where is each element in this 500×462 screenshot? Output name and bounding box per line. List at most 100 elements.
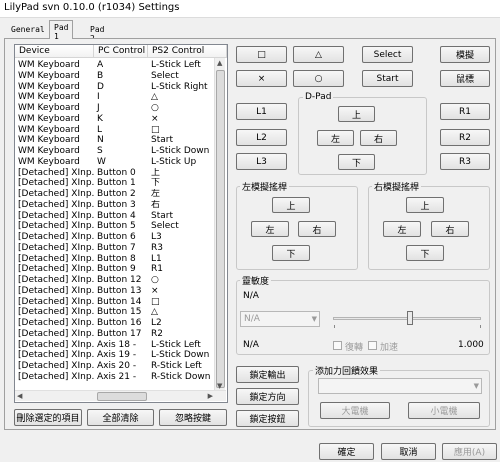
bindings-list[interactable]: Device PC Control PS2 Control WM Keyboar… xyxy=(14,44,228,403)
scroll-down-arrow-icon[interactable]: ▼ xyxy=(217,382,222,390)
tab-general[interactable]: General xyxy=(6,22,50,38)
scroll-right-arrow-icon[interactable]: ▶ xyxy=(208,392,213,400)
sensitivity-combo[interactable]: N/A ▼ xyxy=(240,311,320,327)
list-item[interactable]: [Detached] XInp... Button 16 L2 xyxy=(15,318,216,329)
list-item[interactable]: [Detached] XInp... Axis 20 - R-Stick Left xyxy=(15,361,216,372)
list-vertical-scrollbar[interactable]: ▲ ▼ xyxy=(214,58,225,390)
list-item-device: WM Keyboard xyxy=(18,70,80,81)
turbo-checkbox[interactable] xyxy=(333,341,342,350)
lock-button-button[interactable]: 鎖定按鈕 xyxy=(236,410,299,427)
list-item[interactable]: WM Keyboard L □ xyxy=(15,125,216,136)
list-item[interactable]: [Detached] XInp... Button 0 上 xyxy=(15,168,216,179)
square-button[interactable]: □ xyxy=(236,46,287,63)
list-item[interactable]: WM Keyboard N Start xyxy=(15,135,216,146)
list-item-ps2-control: 右 xyxy=(151,199,161,210)
dpad-left-button[interactable]: 左 xyxy=(317,130,354,146)
list-item[interactable]: [Detached] XInp... Button 5 Select xyxy=(15,221,216,232)
ok-button[interactable]: 確定 xyxy=(319,443,374,460)
cancel-button[interactable]: 取消 xyxy=(381,443,436,460)
list-item-pc-control: Button 5 xyxy=(97,221,136,232)
list-item-pc-control: Button 6 xyxy=(97,232,136,242)
big-motor-button[interactable]: 大電機 xyxy=(320,402,390,419)
list-item-ps2-control: □ xyxy=(151,124,160,135)
list-item[interactable]: WM Keyboard I △ xyxy=(15,92,216,103)
sensitivity-label: 靈敏度 xyxy=(240,274,272,287)
list-item-ps2-control: R3 xyxy=(151,242,163,253)
l3-button[interactable]: L3 xyxy=(236,153,287,170)
force-feedback-combo[interactable]: ▼ xyxy=(318,378,482,394)
right-stick-down-button[interactable]: 下 xyxy=(406,245,444,261)
list-item[interactable]: [Detached] XInp... Axis 18 - L-Stick Left xyxy=(15,340,216,351)
list-item[interactable]: [Detached] XInp... Button 15 △ xyxy=(15,307,216,318)
horizontal-scroll-thumb[interactable] xyxy=(97,392,147,401)
tab-pad-1[interactable]: Pad 1 xyxy=(49,20,74,41)
right-stick-right-button[interactable]: 右 xyxy=(431,221,469,237)
list-item[interactable]: WM Keyboard S L-Stick Down xyxy=(15,146,216,157)
ignore-keys-button[interactable]: 忽略按鍵 xyxy=(159,409,227,426)
list-item[interactable]: [Detached] XInp... Button 6 L3 xyxy=(15,232,216,243)
dpad-down-button[interactable]: 下 xyxy=(338,154,375,170)
list-item[interactable]: [Detached] XInp... Button 7 R3 xyxy=(15,243,216,254)
sensitivity-slider-thumb[interactable] xyxy=(407,311,413,325)
analog-mode-button[interactable]: 模擬 xyxy=(440,46,490,63)
list-item[interactable]: [Detached] XInp... Button 3 右 xyxy=(15,200,216,211)
list-horizontal-scrollbar[interactable]: ◀ ▶ xyxy=(15,390,226,401)
select-button[interactable]: Select xyxy=(362,46,413,63)
triangle-button[interactable]: △ xyxy=(293,46,344,63)
r2-button[interactable]: R2 xyxy=(440,129,490,146)
apply-button[interactable]: 應用(A) xyxy=(442,443,497,460)
list-item[interactable]: [Detached] XInp... Axis 21 - R-Stick Down xyxy=(15,372,216,383)
start-button[interactable]: Start xyxy=(362,70,413,87)
list-item[interactable]: [Detached] XInp... Button 9 R1 xyxy=(15,264,216,275)
list-item[interactable]: [Detached] XInp... Button 2 左 xyxy=(15,189,216,200)
mouse-button[interactable]: 鼠標 xyxy=(440,70,490,87)
left-stick-down-button[interactable]: 下 xyxy=(272,245,310,261)
list-item[interactable]: [Detached] XInp... Button 13 × xyxy=(15,286,216,297)
delete-selected-button[interactable]: 刪除選定的項目 xyxy=(14,409,82,426)
circle-button[interactable]: ○ xyxy=(293,70,344,87)
right-stick-left-button[interactable]: 左 xyxy=(383,221,421,237)
column-header-ps2-control[interactable]: PS2 Control xyxy=(148,45,227,58)
dpad-right-button[interactable]: 右 xyxy=(360,130,397,146)
list-item[interactable]: [Detached] XInp... Axis 19 - L-Stick Down xyxy=(15,350,216,361)
clear-all-button[interactable]: 全部清除 xyxy=(87,409,154,426)
r3-button[interactable]: R3 xyxy=(440,153,490,170)
vertical-scroll-thumb[interactable] xyxy=(216,70,225,388)
l1-button[interactable]: L1 xyxy=(236,103,287,120)
list-item[interactable]: [Detached] XInp... Button 12 ○ xyxy=(15,275,216,286)
column-header-device[interactable]: Device xyxy=(15,45,94,58)
scroll-up-arrow-icon[interactable]: ▲ xyxy=(217,59,222,67)
dpad-up-button[interactable]: 上 xyxy=(338,106,375,122)
lock-input-button[interactable]: 鎖定輸出 xyxy=(236,366,299,383)
list-item[interactable]: [Detached] XInp... Button 8 L1 xyxy=(15,254,216,265)
left-stick-left-button[interactable]: 左 xyxy=(251,221,289,237)
small-motor-button[interactable]: 小電機 xyxy=(408,402,480,419)
list-item[interactable]: [Detached] XInp... Button 4 Start xyxy=(15,211,216,222)
lock-direction-button[interactable]: 鎖定方向 xyxy=(236,388,299,405)
column-header-pc-control[interactable]: PC Control xyxy=(94,45,148,58)
list-item[interactable]: [Detached] XInp... Button 1 下 xyxy=(15,178,216,189)
l2-button[interactable]: L2 xyxy=(236,129,287,146)
list-item[interactable]: WM Keyboard W L-Stick Up xyxy=(15,157,216,168)
right-stick-up-button[interactable]: 上 xyxy=(406,197,444,213)
tab-pad-2[interactable]: Pad 2 xyxy=(85,22,109,43)
list-item[interactable]: [Detached] XInp... Button 17 R2 xyxy=(15,329,216,340)
list-item[interactable]: WM Keyboard J ○ xyxy=(15,103,216,114)
r1-button[interactable]: R1 xyxy=(440,103,490,120)
list-item-ps2-control: L1 xyxy=(151,253,162,264)
list-item[interactable]: [Detached] XInp... Button 14 □ xyxy=(15,297,216,308)
list-item-ps2-control: × xyxy=(151,113,159,124)
list-item[interactable]: WM Keyboard A L-Stick Left xyxy=(15,60,216,71)
list-item-ps2-control: L-Stick Left xyxy=(151,339,201,350)
list-item[interactable]: WM Keyboard B Select xyxy=(15,71,216,82)
left-stick-right-button[interactable]: 右 xyxy=(298,221,336,237)
list-item-device: WM Keyboard xyxy=(18,146,80,156)
cross-button[interactable]: × xyxy=(236,70,287,87)
accel-checkbox[interactable] xyxy=(368,341,377,350)
list-item[interactable]: WM Keyboard K × xyxy=(15,114,216,125)
scroll-left-arrow-icon[interactable]: ◀ xyxy=(17,392,22,400)
list-item[interactable]: WM Keyboard D L-Stick Right xyxy=(15,82,216,93)
slider-tick xyxy=(480,325,481,328)
left-stick-up-button[interactable]: 上 xyxy=(272,197,310,213)
list-item-pc-control: Button 0 xyxy=(97,167,136,178)
